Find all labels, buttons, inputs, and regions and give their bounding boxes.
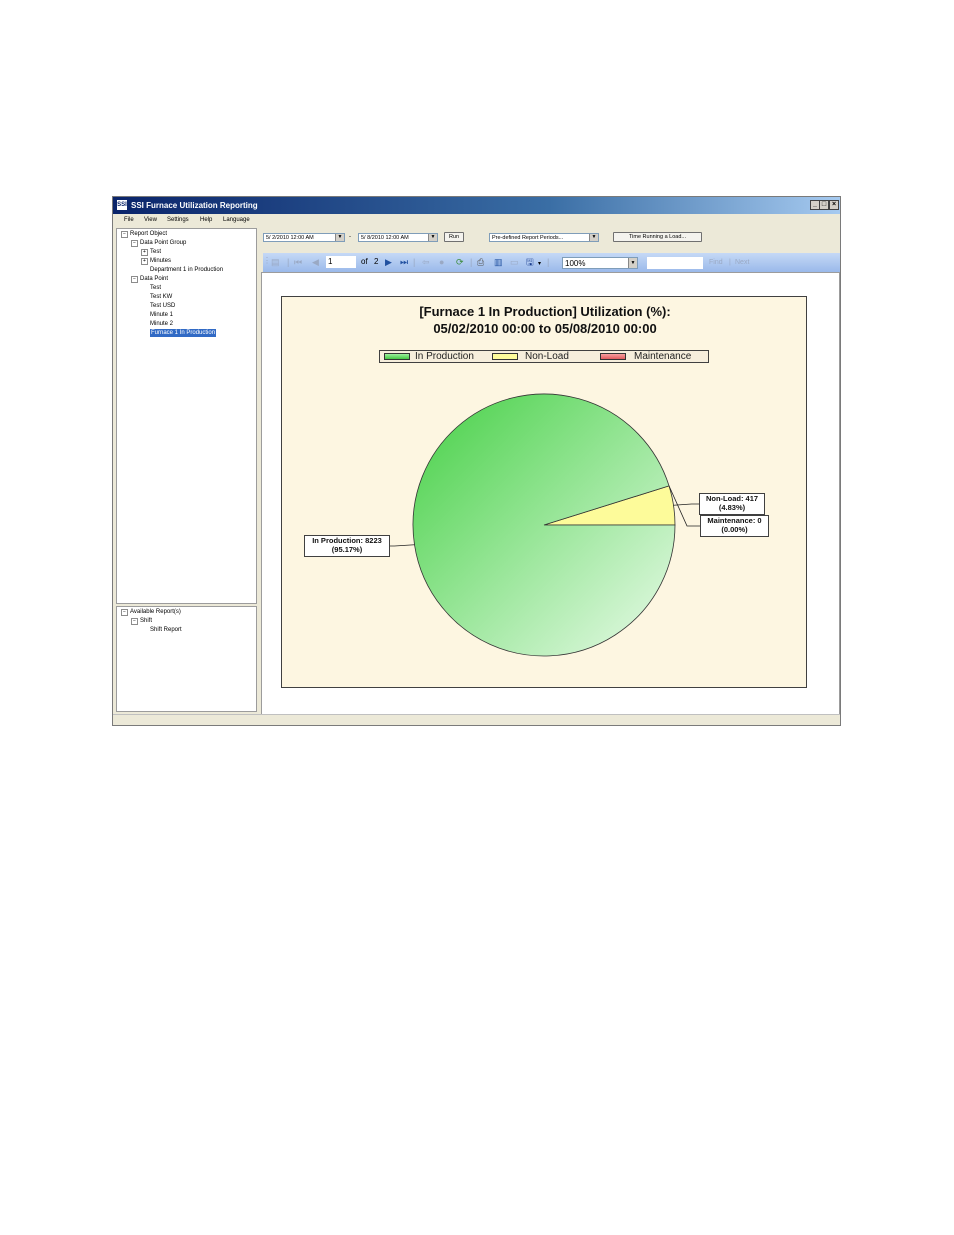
leader-line-in-production: [390, 544, 415, 547]
collapse-icon[interactable]: −: [131, 240, 138, 247]
previous-page-icon[interactable]: ◀: [312, 257, 319, 267]
zoom-value: 100%: [565, 259, 586, 268]
report-view: [Furnace 1 In Production] Utilization (%…: [261, 272, 840, 722]
collapse-icon[interactable]: −: [121, 231, 128, 238]
tree-group-data-point[interactable]: Data Point: [140, 275, 168, 283]
collapse-icon[interactable]: −: [131, 276, 138, 283]
menu-language[interactable]: Language: [223, 217, 250, 223]
menu-view[interactable]: View: [144, 217, 157, 223]
chevron-down-icon[interactable]: ▼: [428, 234, 437, 241]
zoom-select[interactable]: 100% ▼: [562, 257, 638, 269]
data-label-non-load-value: Non-Load: 417: [705, 494, 759, 503]
data-label-non-load-percent: (4.83%): [718, 503, 746, 512]
chart-panel: [Furnace 1 In Production] Utilization (%…: [281, 296, 807, 688]
tree-item-test-kw[interactable]: Test KW: [150, 293, 172, 301]
date-separator: -: [349, 234, 351, 240]
chevron-down-icon[interactable]: ▾: [538, 259, 541, 269]
collapse-icon[interactable]: −: [121, 609, 128, 616]
tree-item-test-usd[interactable]: Test USD: [150, 302, 175, 310]
data-label-in-production-percent: (95.17%): [331, 545, 363, 554]
tree-item-test-group[interactable]: Test: [150, 248, 161, 256]
data-label-non-load: Non-Load: 417 (4.83%): [699, 493, 765, 515]
report-viewer-toolbar: ⋮ ▤ | ⏮ ◀ 1 of 2 ▶ ⏭ | ⇦ ● ⟳ | ⎙ ▥ ▭ 🖫 ▾…: [263, 253, 840, 273]
separator: |: [413, 257, 416, 267]
last-page-icon[interactable]: ⏭: [400, 257, 408, 267]
next-page-icon[interactable]: ▶: [385, 257, 392, 267]
time-running-load-button[interactable]: Time Running a Load...: [613, 232, 702, 242]
print-layout-icon[interactable]: ▥: [494, 257, 503, 267]
next-link[interactable]: Next: [735, 258, 749, 268]
data-label-maintenance: Maintenance: 0 (0.00%): [700, 515, 769, 537]
window-title: SSI Furnace Utilization Reporting: [131, 201, 258, 210]
tree-item-minutes[interactable]: Minutes: [150, 257, 171, 265]
end-date-value: 5/ 8/2010 12:00 AM: [361, 235, 409, 241]
expand-icon[interactable]: +: [141, 249, 148, 256]
print-icon[interactable]: ⎙: [477, 257, 484, 267]
of-label: of: [361, 257, 368, 266]
available-reports-tree: − Available Report(s) − Shift Shift Repo…: [116, 606, 257, 712]
chevron-down-icon[interactable]: ▼: [589, 234, 598, 241]
tree-group-data-point-group[interactable]: Data Point Group: [140, 239, 186, 247]
page-setup-icon[interactable]: ▭: [510, 257, 519, 267]
menu-bar: File View Settings Help Language: [113, 214, 840, 226]
menu-help[interactable]: Help: [200, 217, 212, 223]
data-label-maintenance-percent: (0.00%): [721, 525, 748, 534]
tree-item-furnace-1-selected[interactable]: Furnace 1 In Production: [150, 329, 217, 337]
data-label-maintenance-value: Maintenance: 0: [707, 516, 762, 525]
back-icon[interactable]: ⇦: [422, 257, 430, 267]
page-number-input[interactable]: 1: [326, 256, 356, 268]
status-bar: [113, 714, 840, 725]
tree-item-minute-2[interactable]: Minute 2: [150, 320, 173, 328]
pie-slice-in-production: [412, 393, 676, 657]
total-pages: 2: [374, 257, 379, 266]
document-map-icon[interactable]: ▤: [271, 257, 280, 267]
data-label-in-production-value: In Production: 8223: [312, 536, 382, 545]
maximize-icon[interactable]: □: [819, 200, 829, 210]
find-input[interactable]: [647, 257, 703, 269]
find-link[interactable]: Find: [709, 258, 723, 268]
grip-icon: ⋮: [263, 256, 271, 265]
start-date-value: 5/ 2/2010 12:00 AM: [266, 235, 314, 241]
menu-file[interactable]: File: [124, 217, 134, 223]
tree-item-shift-report[interactable]: Shift Report: [150, 626, 182, 634]
pie-chart: [390, 393, 700, 657]
tree-group-shift[interactable]: Shift: [140, 617, 152, 625]
refresh-icon[interactable]: ⟳: [456, 257, 464, 267]
chevron-down-icon[interactable]: ▼: [628, 258, 637, 268]
separator: |: [729, 259, 731, 266]
available-root-label[interactable]: Available Report(s): [130, 608, 181, 616]
first-page-icon[interactable]: ⏮: [294, 257, 302, 267]
collapse-icon[interactable]: −: [131, 618, 138, 625]
report-period-select[interactable]: Pre-defined Report Periods... ▼: [489, 233, 599, 242]
tree-item-department[interactable]: Department 1 in Production: [150, 266, 223, 274]
save-export-icon[interactable]: 🖫: [526, 257, 534, 267]
separator: |: [547, 257, 550, 267]
tree-item-test[interactable]: Test: [150, 284, 161, 292]
stop-icon[interactable]: ●: [439, 257, 444, 267]
separator: |: [470, 257, 473, 267]
close-icon[interactable]: ×: [829, 200, 839, 210]
expand-icon[interactable]: +: [141, 258, 148, 265]
tree-root-label[interactable]: Report Object: [130, 230, 167, 238]
title-bar[interactable]: SSI SSI Furnace Utilization Reporting _ …: [113, 197, 840, 214]
end-date-picker[interactable]: 5/ 8/2010 12:00 AM ▼: [358, 233, 438, 242]
tree-item-minute-1[interactable]: Minute 1: [150, 311, 173, 319]
separator: |: [287, 257, 290, 267]
ssi-logo-icon: SSI: [117, 200, 127, 210]
app-window: SSI SSI Furnace Utilization Reporting _ …: [112, 196, 841, 726]
filter-toolbar: 5/ 2/2010 12:00 AM ▼ - 5/ 8/2010 12:00 A…: [261, 228, 840, 248]
run-button[interactable]: Run: [444, 232, 464, 242]
report-period-value: Pre-defined Report Periods...: [492, 235, 564, 241]
menu-settings[interactable]: Settings: [167, 217, 189, 223]
data-label-in-production: In Production: 8223 (95.17%): [304, 535, 390, 557]
report-object-tree: − Report Object − Data Point Group + Tes…: [116, 228, 257, 604]
start-date-picker[interactable]: 5/ 2/2010 12:00 AM ▼: [263, 233, 345, 242]
chevron-down-icon[interactable]: ▼: [335, 234, 344, 241]
